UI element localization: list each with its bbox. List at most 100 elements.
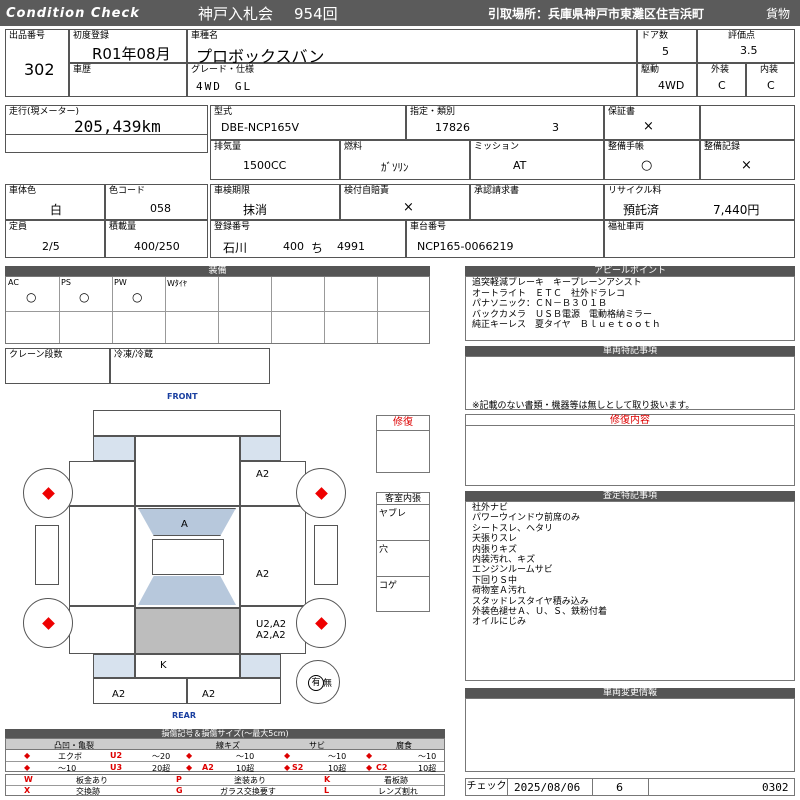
rear-bumper-left — [93, 678, 187, 704]
front-left-light — [93, 436, 135, 461]
legend-code-desc: 看板跡 — [384, 776, 408, 785]
note-line: 荷物室Ａ汚れ — [472, 586, 527, 597]
legend-code: U2 — [110, 751, 123, 760]
mission-label: ミッション — [474, 142, 520, 152]
mileage-divider — [6, 134, 207, 135]
legend-group-name: 凸凹・亀裂 — [54, 741, 94, 750]
mark-right-rear: U2,A2 A2,A2 — [256, 619, 287, 641]
legend-code: G — [176, 786, 183, 795]
equip-ac-label: AC — [8, 278, 19, 287]
warranty-label: 保証書 — [608, 107, 636, 117]
legend-title: 損傷記号＆損傷サイズ(～最大5cm) — [5, 729, 445, 738]
load-label: 積載量 — [109, 222, 137, 232]
damage-diagram: FRONT REAR A2 A A2 U2,A2 A2,A2 K A2 A2 有… — [0, 388, 460, 723]
car-name-cell: 車種名 プロボックスバン — [187, 29, 637, 66]
special-box: ※記載のない書類・機器等は無しとして取り扱います。 — [465, 356, 795, 411]
manual-cell: 整備手帳 ○ — [604, 140, 700, 180]
left-front-fender — [69, 461, 135, 506]
load-cell: 積載量 400/250 — [105, 220, 208, 258]
recycle-status: 預託済 — [623, 203, 660, 217]
header-bar: Condition Check 神戸入札会 954回 引取場所：兵庫県神戸市東灘… — [0, 0, 800, 26]
color-code-label: 色コード — [109, 186, 146, 196]
appeal-line: オートライト ＥＴＣ 社外ドラレコ — [472, 288, 626, 299]
front-right-light — [240, 436, 281, 461]
check-date: 2025/08/06 — [514, 781, 581, 794]
legend-code: W — [24, 775, 33, 784]
fuel-cell: 燃料 ｶﾞｿﾘﾝ — [340, 140, 470, 180]
mileage-cell: 走行(現メーター) 205,439km — [5, 105, 208, 153]
lot-number-cell: 出品番号 302 — [5, 29, 69, 97]
change-info-title: 車両変更情報 — [465, 688, 795, 698]
note-line: オイルにじみ — [472, 617, 527, 628]
legend-size: ～10 — [328, 752, 347, 761]
rear-gate — [135, 654, 240, 678]
doors: 5 — [662, 45, 669, 58]
repair-label: 修復 — [377, 416, 429, 431]
legend-size: 10超 — [328, 764, 347, 773]
note-line: 社外ナビ — [472, 503, 509, 513]
legend-code: C2 — [376, 763, 388, 772]
score: 3.5 — [740, 44, 758, 57]
self-inspection-cell: 検付自賠責 × — [340, 184, 470, 220]
reg-kana: ち — [311, 241, 324, 255]
recycle-fee: 7,440円 — [713, 203, 760, 217]
model-label: 型式 — [214, 107, 233, 117]
legend-code: P — [176, 775, 182, 784]
inspection-notes-title: 査定特記事項 — [465, 491, 795, 501]
legend-size: 10超 — [418, 764, 437, 773]
auction-name: 神戸入札会 — [198, 5, 274, 23]
vehicle-category: 貨物 — [766, 7, 791, 21]
model-cell: 型式 DBE-NCP165V — [210, 105, 406, 140]
registration-label: 登録番号 — [214, 222, 251, 232]
cabin-row: ヤブレ — [377, 505, 429, 541]
legend-diamond-icon: ◆ — [24, 763, 31, 772]
legend-size: ～10 — [236, 752, 255, 761]
change-info-box — [465, 698, 795, 772]
note-line: エンジンルームサビ — [472, 565, 553, 576]
front-label: FRONT — [167, 392, 198, 401]
mission: AT — [513, 159, 527, 172]
approval-cell: 承認請求書 — [470, 184, 604, 220]
note-line: スタッドレスタイヤ積み込み — [472, 596, 589, 607]
lot-number-label: 出品番号 — [9, 31, 46, 41]
legend-code-desc: 交換跡 — [76, 787, 100, 796]
check-label: チェック — [466, 779, 508, 795]
legend-group-name: 腐食 — [396, 741, 412, 750]
recycle-label: リサイクル料 — [608, 186, 662, 196]
legend-size: ～10 — [58, 764, 77, 773]
cabin-interior-box: 客室内張 ヤブレ 穴 コゲ — [376, 492, 430, 612]
load: 400/250 — [134, 240, 180, 253]
legend-size: 20超 — [152, 764, 171, 773]
equip-ac-mark: ○ — [26, 290, 37, 304]
welfare-cell: 福祉車両 — [604, 220, 795, 258]
doors-cell: ドア数 5 — [637, 29, 697, 63]
legend-diamond-icon: ◆ — [186, 751, 193, 760]
note-line: 天張りスレ — [472, 534, 518, 545]
score-label: 評価点 — [728, 31, 756, 41]
cabin-row: コゲ — [379, 581, 398, 591]
service-record-label: 整備記録 — [704, 142, 741, 152]
legend-size: ～10 — [418, 752, 437, 761]
roof-panel — [152, 539, 224, 575]
legend-size: ～20 — [152, 752, 171, 761]
legend-size: エクボ — [58, 752, 82, 761]
reg-number: 4991 — [337, 240, 365, 253]
self-inspection: × — [403, 200, 414, 215]
note-line: 外装色褪せＡ、Ｕ、Ｓ、鉄粉付着 — [472, 607, 608, 618]
equip-pw-label: PW — [114, 278, 127, 287]
left-mirror — [35, 525, 59, 585]
exterior-grade: C — [718, 79, 726, 92]
legend-group-name: 線キズ — [216, 741, 240, 750]
cargo-floor — [135, 608, 240, 654]
interior-label: 内装 — [760, 65, 779, 75]
service-record-cell: 整備記録 × — [700, 140, 795, 180]
equipment-title: 装備 — [5, 266, 430, 276]
registration-cell: 登録番号 石川 400 ち 4991 — [210, 220, 406, 258]
equip-ps-label: PS — [61, 278, 71, 287]
color-code-cell: 色コード 058 — [105, 184, 208, 220]
inspection-notes-box: 社外ナビ パワーウインドウ前席のみ シートスレ、ヘタリ 天張りスレ 内張りキズ … — [465, 501, 795, 681]
check-code: 0302 — [762, 781, 789, 794]
legend-code-desc: レンズ割れ — [378, 787, 418, 796]
appeal-title: アピールポイント — [465, 266, 795, 276]
legend-group-name: サビ — [309, 741, 325, 750]
